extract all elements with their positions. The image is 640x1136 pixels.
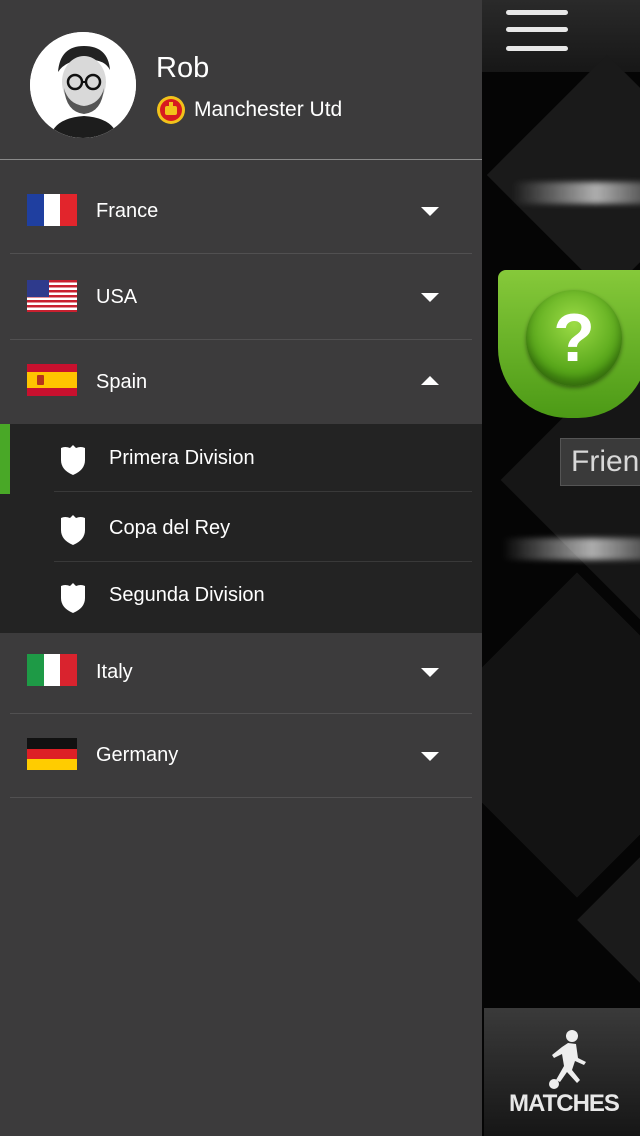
shield-icon xyxy=(61,583,85,613)
chevron-up-icon xyxy=(421,376,439,385)
flag-italy-icon xyxy=(27,654,77,686)
country-row-france[interactable]: France xyxy=(0,168,482,254)
question-ball-icon: ? xyxy=(526,290,622,386)
flag-france-icon xyxy=(27,194,77,226)
country-label: Germany xyxy=(96,744,179,766)
chevron-down-icon xyxy=(421,752,439,761)
league-item-primera-division[interactable]: Primera Division xyxy=(0,424,482,494)
favorite-team: Manchester Utd xyxy=(156,96,342,124)
spain-league-submenu: Primera Division Copa del Rey Segunda Di… xyxy=(0,424,482,633)
top-bar xyxy=(482,0,640,72)
matches-tab-label: MATCHES xyxy=(509,1090,620,1117)
user-name: Rob xyxy=(156,52,210,84)
profile-header[interactable]: Rob Manchester Utd xyxy=(0,0,482,160)
background-app-panel: ? Frien MATCHES xyxy=(482,0,640,1136)
league-label: Segunda Division xyxy=(109,584,265,606)
matches-tab[interactable]: MATCHES xyxy=(484,1008,640,1136)
football-player-icon xyxy=(549,1030,586,1089)
country-label: France xyxy=(96,200,159,222)
country-label: USA xyxy=(96,286,138,308)
question-mark: ? xyxy=(553,300,595,376)
league-label: Copa del Rey xyxy=(109,517,231,539)
manchester-united-crest-icon xyxy=(157,96,185,124)
user-photo xyxy=(30,32,136,138)
friendly-match-badge[interactable]: ? xyxy=(498,270,640,420)
league-item-copa-del-rey[interactable]: Copa del Rey xyxy=(0,494,482,562)
divider xyxy=(10,797,472,798)
league-item-segunda-division[interactable]: Segunda Division xyxy=(0,562,482,630)
country-label: Italy xyxy=(96,661,133,683)
chevron-down-icon xyxy=(421,293,439,302)
background-shape xyxy=(482,572,640,898)
background-shape xyxy=(486,54,640,296)
light-streak xyxy=(502,538,640,560)
country-row-spain[interactable]: Spain xyxy=(0,340,482,424)
light-streak xyxy=(512,182,640,204)
divider xyxy=(54,491,472,492)
badge-caption: Frien xyxy=(560,438,640,486)
avatar[interactable] xyxy=(30,32,136,138)
flag-usa-icon xyxy=(27,280,77,312)
hamburger-menu-icon[interactable] xyxy=(506,6,570,58)
league-label: Primera Division xyxy=(109,447,255,469)
selected-indicator xyxy=(0,424,10,494)
flag-spain-icon xyxy=(27,364,77,396)
chevron-down-icon xyxy=(421,207,439,216)
country-row-usa[interactable]: USA xyxy=(0,254,482,340)
side-menu-drawer: Rob Manchester Utd France USA Spain Prim… xyxy=(0,0,482,1136)
shield-icon xyxy=(61,515,85,545)
chevron-down-icon xyxy=(421,668,439,677)
flag-germany-icon xyxy=(27,738,77,770)
country-label: Spain xyxy=(96,371,148,393)
country-row-germany[interactable]: Germany xyxy=(0,714,482,798)
team-name: Manchester Utd xyxy=(194,98,343,121)
country-row-italy[interactable]: Italy xyxy=(0,633,482,714)
shield-icon xyxy=(61,445,85,475)
